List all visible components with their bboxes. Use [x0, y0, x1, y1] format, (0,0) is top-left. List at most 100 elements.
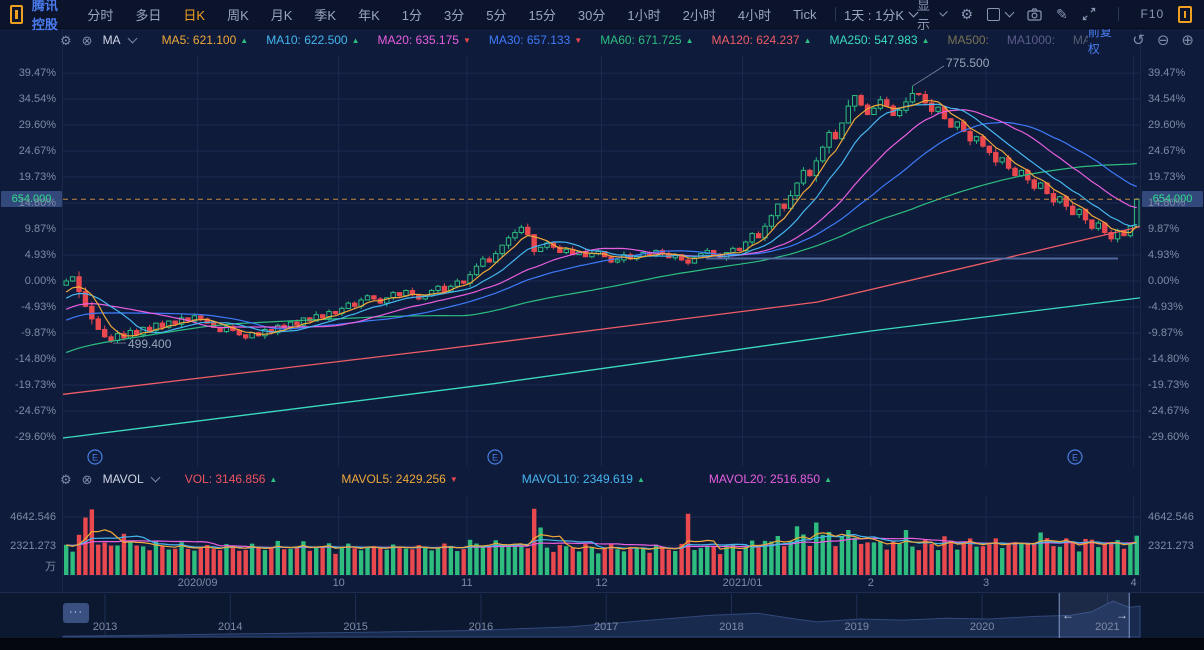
ma-dropdown[interactable]: MA	[103, 33, 136, 47]
ma-values: MA5: 621.100▲MA10: 622.500▲MA20: 635.175…	[162, 33, 1088, 47]
indicator-value-MAVOL20: MAVOL20: 2516.850▲	[709, 472, 832, 486]
vol-indicator-bar: ⚙ ⊗ MAVOL VOL: 3146.856▲MAVOL5: 2429.256…	[0, 467, 1204, 491]
draw-pencil-icon[interactable]: ✎	[1056, 7, 1068, 21]
chart-type-dropdown[interactable]	[987, 8, 1013, 21]
indicator-label: MA500:	[948, 33, 989, 47]
indicator-settings-gear-icon[interactable]: ⚙	[60, 34, 72, 47]
f10-button[interactable]: F10	[1141, 7, 1165, 21]
navigator-more-button[interactable]: ···	[63, 603, 89, 623]
axis-label-left: -14.80%	[0, 353, 56, 366]
navigator-border	[0, 592, 1204, 593]
tab-日K[interactable]: 日K	[172, 5, 216, 24]
tab-30分[interactable]: 30分	[567, 5, 616, 24]
mavol-dropdown[interactable]: MAVOL	[103, 472, 159, 486]
tab-年K[interactable]: 年K	[347, 5, 391, 24]
tab-多日[interactable]: 多日	[124, 5, 172, 24]
axis-label-left: -19.73%	[0, 379, 56, 392]
indicator-settings-gear-icon[interactable]: ⚙	[60, 473, 72, 486]
trend-arrow-down: ▼	[463, 36, 471, 45]
chevron-down-icon	[150, 473, 160, 483]
tab-1分[interactable]: 1分	[391, 5, 433, 24]
tab-1小时[interactable]: 1小时	[616, 5, 671, 24]
main-chart-canvas[interactable]: EEE	[0, 0, 1204, 650]
trend-arrow-up: ▲	[240, 36, 248, 45]
bottom-strip	[0, 638, 1204, 650]
axis-label-right: -14.80%	[1148, 353, 1189, 366]
axis-label-left: 9.87%	[0, 223, 56, 236]
navigator-handle-left-arrow[interactable]: ←	[1062, 608, 1074, 622]
date-label-2: 2	[868, 577, 874, 589]
indicator-label: VOL: 3146.856	[185, 472, 266, 486]
indicator-label: MAVOL10: 2349.619	[522, 472, 633, 486]
indicator-label: MA1:	[1073, 33, 1088, 47]
screenshot-camera-icon[interactable]	[1027, 8, 1042, 21]
tab-周K[interactable]: 周K	[216, 5, 260, 24]
topbar: 腾讯控股 分时多日日K周K月K季K年K1分3分5分15分30分1小时2小时4小时…	[0, 0, 1204, 29]
toolbar-right: 显示 ⚙ ✎ F10	[917, 0, 1204, 33]
date-label-11: 11	[461, 577, 472, 589]
reset-zoom-icon[interactable]: ↺	[1132, 33, 1145, 48]
axis-label-left: 29.60%	[0, 119, 56, 132]
year-label-2014: 2014	[218, 621, 242, 633]
date-label-2020/09: 2020/09	[178, 577, 218, 589]
indicator-value-MAVOL5: MAVOL5: 2429.256▼	[341, 472, 457, 486]
year-label-2019: 2019	[845, 621, 869, 633]
chevron-down-icon	[940, 8, 949, 17]
tab-季K[interactable]: 季K	[303, 5, 347, 24]
axis-label-left: 0.00%	[0, 275, 56, 288]
tab-分时[interactable]: 分时	[76, 5, 124, 24]
axis-label-left: -9.87%	[0, 327, 56, 340]
tab-3分[interactable]: 3分	[433, 5, 475, 24]
tab-月K[interactable]: 月K	[260, 5, 304, 24]
axis-label-right: -29.60%	[1148, 431, 1189, 444]
date-label-10: 10	[333, 577, 345, 589]
stock-name[interactable]: 腾讯控股	[32, 0, 63, 33]
date-label-2021/01: 2021/01	[723, 577, 763, 589]
indicator-label: MAVOL5: 2429.256	[341, 472, 446, 486]
zoom-out-icon[interactable]: ⊖	[1157, 33, 1170, 48]
axis-label-right: 29.60%	[1148, 119, 1185, 132]
kline-toggle-icon[interactable]	[1178, 6, 1192, 23]
axis-label-left: 19.73%	[0, 171, 56, 184]
indicator-value-MA30: MA30: 657.133 ▼	[489, 33, 582, 47]
indicator-label: MAVOL20: 2516.850	[709, 472, 820, 486]
year-label-2018: 2018	[719, 621, 743, 633]
tab-4小时[interactable]: 4小时	[727, 5, 782, 24]
year-label-2013: 2013	[93, 621, 117, 633]
indicator-label: MA5: 621.100	[162, 33, 237, 47]
trend-arrow-up: ▲	[637, 475, 645, 484]
date-label-12: 12	[595, 577, 607, 589]
display-dropdown[interactable]: 显示	[917, 0, 946, 33]
year-label-2016: 2016	[469, 621, 493, 633]
axis-label-right: -4.93%	[1148, 301, 1183, 314]
axis-label-left: 24.67%	[0, 145, 56, 158]
axis-label-left: -29.60%	[0, 431, 56, 444]
axis-label-right: 24.67%	[1148, 145, 1185, 158]
settings-gear-icon[interactable]: ⚙	[960, 7, 973, 21]
tab-2小时[interactable]: 2小时	[672, 5, 727, 24]
axis-label-left: 39.47%	[0, 67, 56, 80]
indicator-value-MA500: MA500:	[948, 33, 989, 47]
axis-label-left: 14.80%	[0, 197, 56, 210]
axis-label-right: -9.87%	[1148, 327, 1183, 340]
indicator-value-MA10: MA10: 622.500▲	[266, 33, 359, 47]
indicator-value-VOL: VOL: 3146.856▲	[185, 472, 278, 486]
indicator-close-icon[interactable]: ⊗	[82, 473, 93, 486]
indicator-label: MA30: 657.133	[489, 33, 570, 47]
zoom-in-icon[interactable]: ⊕	[1181, 33, 1194, 48]
annotation-high: 775.500	[946, 56, 989, 70]
toolbar-divider	[835, 7, 836, 21]
period-tabs: 分时多日日K周K月K季K年K1分3分5分15分30分1小时2小时4小时Tick	[76, 5, 827, 24]
navigator-handle-right-arrow[interactable]: →	[1116, 608, 1128, 622]
axis-label-right: -19.73%	[1148, 379, 1189, 392]
vol-axis-label-right: 2321.273	[1148, 540, 1194, 553]
fullscreen-expand-icon[interactable]	[1082, 7, 1096, 21]
tab-5分[interactable]: 5分	[475, 5, 517, 24]
custom-period-dropdown[interactable]: 1天 : 1分K	[844, 5, 917, 24]
indicator-close-icon[interactable]: ⊗	[82, 34, 93, 47]
tab-15分[interactable]: 15分	[517, 5, 566, 24]
trend-arrow-down: ▼	[574, 36, 582, 45]
mavol-values: VOL: 3146.856▲MAVOL5: 2429.256▼MAVOL10: …	[185, 472, 896, 486]
indicator-value-MA5: MA5: 621.100▲	[162, 33, 249, 47]
tab-Tick[interactable]: Tick	[782, 7, 827, 22]
